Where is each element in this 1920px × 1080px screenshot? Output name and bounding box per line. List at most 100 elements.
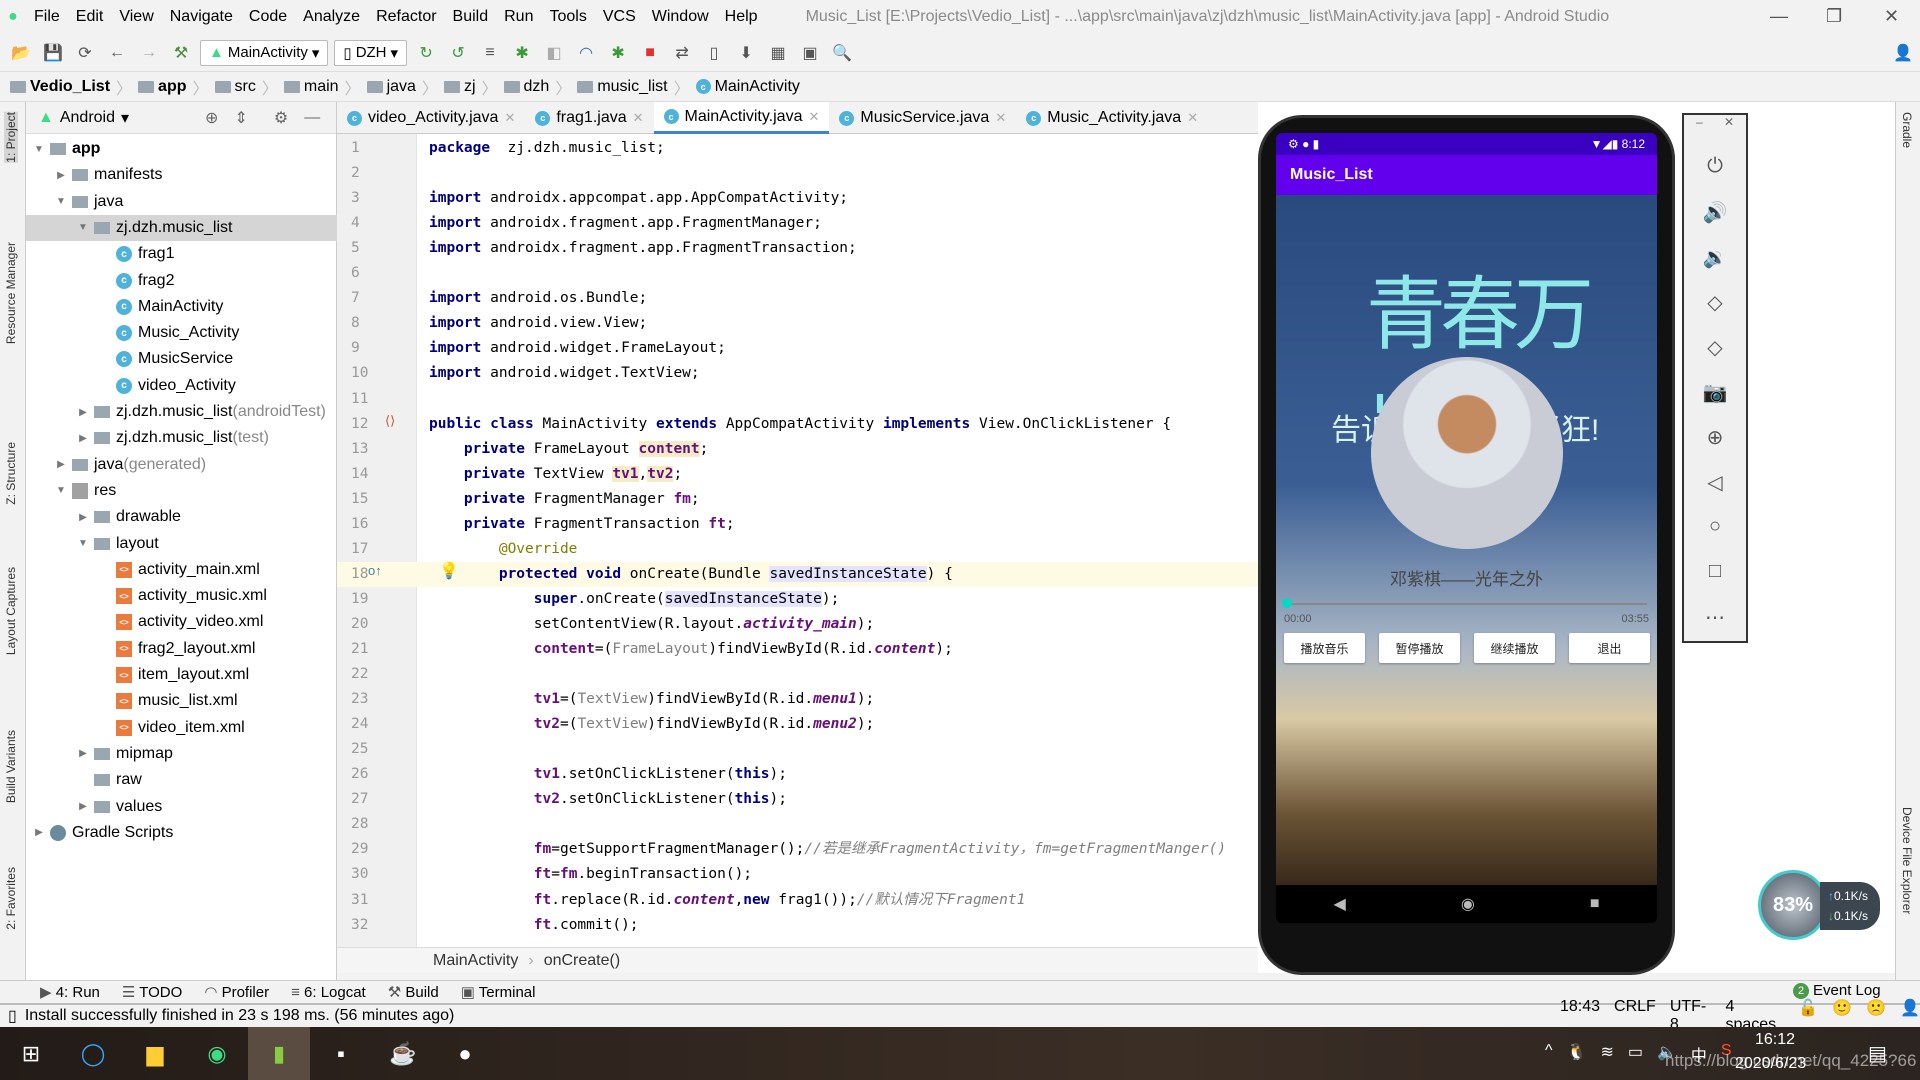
resume-button[interactable]: 继续播放 xyxy=(1474,633,1555,663)
collapsed-arrow-icon[interactable]: ▶ xyxy=(76,433,90,444)
breadcrumb-vedio-list[interactable]: Vedio_List xyxy=(10,78,110,96)
rotate-left-icon[interactable]: ◇ xyxy=(1684,290,1746,315)
tree-item[interactable]: ▶ zj.dzh.music_list (test) xyxy=(26,425,337,451)
lightbulb-icon[interactable]: 💡 xyxy=(439,561,459,581)
tab-music-activity[interactable]: c Music_Activity.java ✕ xyxy=(1016,102,1208,134)
minimize-button[interactable]: — xyxy=(1770,6,1788,27)
hide-panel-icon[interactable]: — xyxy=(304,109,320,127)
forward-icon[interactable]: → xyxy=(136,40,162,66)
menu-help[interactable]: Help xyxy=(717,8,766,26)
toolwin-todo[interactable]: ☰ TODO xyxy=(122,983,182,1001)
tree-item[interactable]: ▶ zj.dzh.music_list (androidTest) xyxy=(26,399,337,425)
breadcrumb-music-list[interactable]: music_list xyxy=(577,78,668,96)
event-log-button[interactable]: 2 Event Log xyxy=(1793,982,1881,999)
save-icon[interactable]: 💾 xyxy=(40,40,66,66)
tree-item[interactable]: ▶ mipmap xyxy=(26,741,337,767)
qq-icon[interactable]: 🐧 xyxy=(1567,1042,1587,1066)
emu-close-icon[interactable]: ✕ xyxy=(1724,115,1734,129)
tree-item[interactable]: ▶ manifests xyxy=(26,162,337,188)
home-icon[interactable]: ○ xyxy=(1684,515,1746,538)
tree-item[interactable]: ▶ java (generated) xyxy=(26,452,337,478)
attach-debugger-icon[interactable]: ✱ xyxy=(605,40,631,66)
tree-item[interactable]: <> activity_video.xml xyxy=(26,609,337,635)
menu-window[interactable]: Window xyxy=(644,8,717,26)
coverage-icon[interactable]: ◧ xyxy=(541,40,567,66)
stripe-resource-manager[interactable]: Resource Manager xyxy=(4,242,18,344)
menu-run[interactable]: Run xyxy=(496,8,541,26)
menu-view[interactable]: View xyxy=(111,8,161,26)
browser-icon[interactable]: ◯ xyxy=(62,1027,124,1080)
power-icon[interactable]: ⏻ xyxy=(1684,155,1746,178)
menu-navigate[interactable]: Navigate xyxy=(162,8,241,26)
expanded-arrow-icon[interactable]: ▼ xyxy=(54,485,68,496)
home-nav-icon[interactable]: ◉ xyxy=(1461,894,1475,914)
seek-thumb[interactable] xyxy=(1282,598,1292,608)
file-explorer-icon[interactable]: ▆ xyxy=(124,1027,186,1080)
tree-item[interactable]: c frag1 xyxy=(26,241,337,267)
collapse-all-icon[interactable]: ⇕ xyxy=(234,108,247,128)
crumb-method[interactable]: onCreate() xyxy=(544,952,620,970)
tree-item[interactable]: c MainActivity xyxy=(26,294,337,320)
windows-start-icon[interactable]: ⊞ xyxy=(0,1027,62,1080)
tree-item[interactable]: c MusicService xyxy=(26,346,337,372)
tree-item[interactable]: ▶ values xyxy=(26,794,337,820)
toolwin-profiler[interactable]: ◠ Profiler xyxy=(204,983,269,1001)
breadcrumb-zj[interactable]: zj xyxy=(443,78,476,96)
tree-item[interactable]: c Music_Activity xyxy=(26,320,337,346)
tree-item[interactable]: ▼ layout xyxy=(26,531,337,557)
tree-item[interactable]: ▶ drawable xyxy=(26,504,337,530)
open-folder-icon[interactable]: 📂 xyxy=(8,40,34,66)
toolwin-run[interactable]: ▶ 4: Run xyxy=(40,983,100,1001)
volume-up-icon[interactable]: 🔊 xyxy=(1684,200,1746,225)
sync-icon[interactable]: ⟳ xyxy=(72,40,98,66)
tree-item[interactable]: <> music_list.xml xyxy=(26,688,337,714)
tab-mainactivity[interactable]: c MainActivity.java ✕ xyxy=(653,102,830,134)
volume-down-icon[interactable]: 🔉 xyxy=(1684,245,1746,270)
breadcrumb-mainactivity[interactable]: c MainActivity xyxy=(695,78,800,96)
toolwin-build[interactable]: ⚒ Build xyxy=(388,983,439,1001)
back-nav-icon[interactable]: ◀ xyxy=(1334,894,1346,914)
breadcrumb-dzh[interactable]: dzh xyxy=(503,78,549,96)
tree-item[interactable]: ▼ res xyxy=(26,478,337,504)
expanded-arrow-icon[interactable]: ▼ xyxy=(54,196,68,207)
maximize-button[interactable]: ❐ xyxy=(1826,6,1842,27)
breadcrumb-app[interactable]: app xyxy=(138,78,187,96)
tree-item[interactable]: ▼ zj.dzh.music_list xyxy=(26,214,337,241)
collapsed-arrow-icon[interactable]: ▶ xyxy=(32,827,46,838)
code-editor[interactable]: 1 package zj.dzh.music_list; 2 3 import andr… xyxy=(337,134,1260,947)
tab-musicservice[interactable]: c MusicService.java ✕ xyxy=(829,102,1016,134)
expanded-arrow-icon[interactable]: ▼ xyxy=(76,538,90,549)
toolwin-terminal[interactable]: ▣ Terminal xyxy=(461,983,536,1001)
terminal-icon[interactable]: ▣ xyxy=(797,40,823,66)
avd-manager-icon[interactable]: ▯ xyxy=(701,40,727,66)
apply-code-changes-icon[interactable]: ↺ xyxy=(445,40,471,66)
menu-code[interactable]: Code xyxy=(241,8,295,26)
menu-build[interactable]: Build xyxy=(445,8,497,26)
menu-refactor[interactable]: Refactor xyxy=(368,8,444,26)
tree-item[interactable]: <> activity_main.xml xyxy=(26,557,337,583)
back-icon[interactable]: ◁ xyxy=(1684,470,1746,495)
project-structure-icon[interactable]: ▦ xyxy=(765,40,791,66)
emu-minimize-icon[interactable]: – xyxy=(1696,115,1703,129)
profile-icon[interactable]: ◠ xyxy=(573,40,599,66)
tree-item[interactable]: ▼ java xyxy=(26,189,337,215)
wifi-icon[interactable]: ≋ xyxy=(1600,1042,1613,1066)
clock-time[interactable]: 16:12 xyxy=(1755,1031,1795,1049)
tab-frag1[interactable]: c frag1.java ✕ xyxy=(525,102,653,134)
camera-icon[interactable]: 📷 xyxy=(1684,380,1746,405)
expanded-arrow-icon[interactable]: ▼ xyxy=(32,144,46,155)
photo-icon[interactable]: ● xyxy=(434,1027,496,1080)
build-hammer-icon[interactable]: ⚒ xyxy=(168,40,194,66)
stop-icon[interactable]: ■ xyxy=(637,40,663,66)
rotate-right-icon[interactable]: ◇ xyxy=(1684,335,1746,360)
override-marker-icon[interactable]: o↑ xyxy=(368,563,382,578)
android-studio-task-icon[interactable]: ◉ xyxy=(186,1027,248,1080)
expanded-arrow-icon[interactable]: ▼ xyxy=(76,222,90,233)
stripe-structure[interactable]: Z: Structure xyxy=(4,442,18,505)
menu-file[interactable]: File xyxy=(26,8,68,26)
tree-item[interactable]: <> activity_music.xml xyxy=(26,583,337,609)
tree-item[interactable]: <> item_layout.xml xyxy=(26,662,337,688)
back-icon[interactable]: ← xyxy=(104,40,130,66)
settings-gear-icon[interactable]: ⚙ xyxy=(274,108,288,128)
stripe-layout-captures[interactable]: Layout Captures xyxy=(4,567,18,655)
